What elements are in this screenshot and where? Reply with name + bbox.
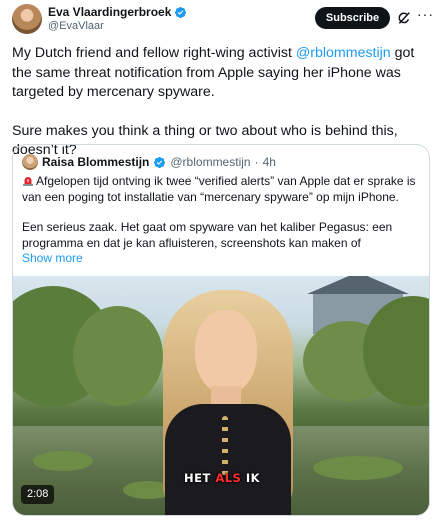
tweet-paragraph-1: My Dutch friend and fellow right-wing ac… xyxy=(12,44,436,103)
show-more-link[interactable]: Show more xyxy=(22,251,422,267)
video-player[interactable]: HET ALS IK 2:08 xyxy=(13,276,429,515)
quoted-tweet[interactable]: Raisa Blommestijn @rblommestijn · 4h Afg… xyxy=(12,144,430,516)
video-person-body xyxy=(165,404,291,515)
quote-timestamp[interactable]: 4h xyxy=(263,155,276,169)
quote-author-name[interactable]: Raisa Blommestijn xyxy=(42,155,149,169)
video-person-buttons xyxy=(222,416,228,476)
author-name[interactable]: Eva Vlaardingerbroek xyxy=(48,5,171,19)
subscribe-button[interactable]: Subscribe xyxy=(315,7,390,29)
video-caption: HET ALS IK xyxy=(13,471,429,485)
video-person-face xyxy=(195,310,257,394)
rotating-light-icon xyxy=(23,177,33,186)
caption-part: HET xyxy=(183,471,216,485)
quote-author-handle[interactable]: @rblommestijn xyxy=(170,155,250,169)
verified-badge-icon xyxy=(175,6,187,18)
quote-avatar[interactable] xyxy=(22,154,38,170)
tweet-text-part: My Dutch friend and fellow right-wing ac… xyxy=(12,45,296,61)
caption-part-highlight: ALS xyxy=(215,471,242,485)
quote-header: Raisa Blommestijn @rblommestijn · 4h xyxy=(22,154,276,170)
quote-paragraph-1: Afgelopen tijd ontving ik twee “verified… xyxy=(22,174,422,205)
verified-badge-icon xyxy=(154,156,166,168)
tweet-header: Eva Vlaardingerbroek @EvaVlaar Subscribe… xyxy=(0,0,442,40)
quote-paragraph-1-text: Afgelopen tijd ontving ik twee “verified… xyxy=(22,174,416,204)
quote-body: Afgelopen tijd ontving ik twee “verified… xyxy=(22,174,422,267)
mention-link[interactable]: @rblommestijn xyxy=(296,45,391,61)
avatar[interactable] xyxy=(12,4,42,34)
video-tree xyxy=(73,306,163,406)
grok-icon[interactable] xyxy=(396,10,412,26)
video-duration-badge: 2:08 xyxy=(21,485,55,504)
quote-paragraph-2: Een serieus zaak. Het gaat om spyware va… xyxy=(22,220,393,250)
quote-separator: · xyxy=(254,155,259,169)
video-lily-pads xyxy=(33,451,93,471)
author-name-row[interactable]: Eva Vlaardingerbroek xyxy=(48,5,187,19)
caption-part: IK xyxy=(241,471,261,485)
author-handle[interactable]: @EvaVlaar xyxy=(48,20,104,32)
more-options-icon[interactable]: ··· xyxy=(417,7,437,24)
